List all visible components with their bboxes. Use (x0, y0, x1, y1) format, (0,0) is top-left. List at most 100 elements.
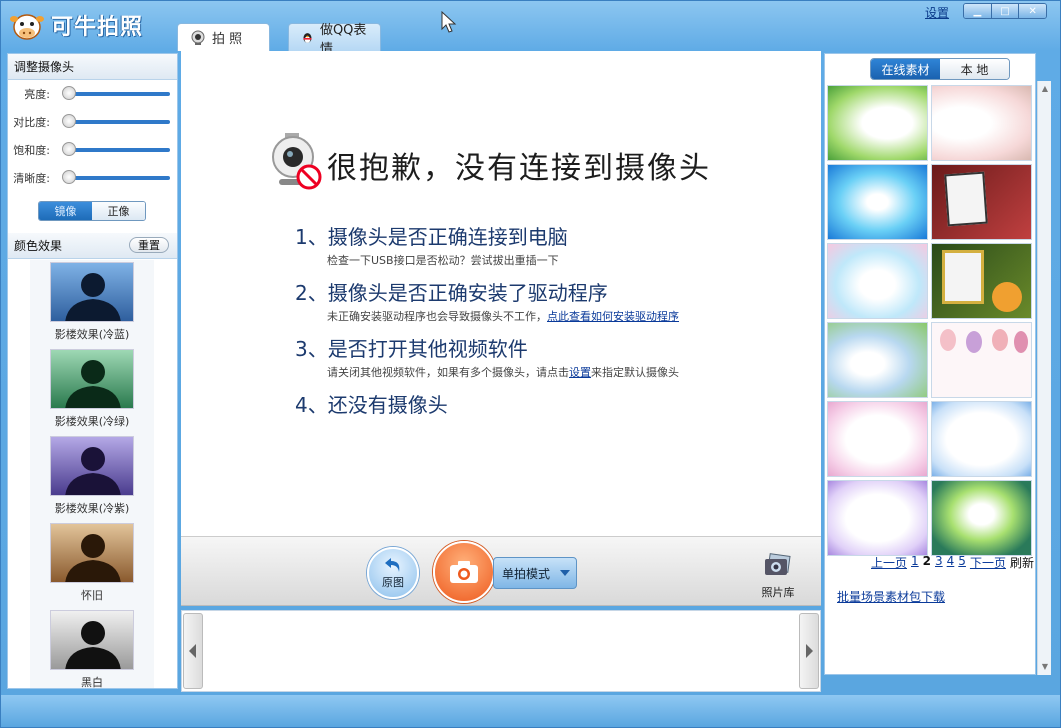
cow-logo-icon (10, 14, 44, 40)
material-pager: 上一页 1 2 3 4 5 下一页 刷新 (871, 554, 1034, 571)
effect-thumb (50, 610, 134, 670)
local-material-tab[interactable]: 本 地 (940, 59, 1009, 79)
page-link-5[interactable]: 5 (958, 554, 966, 571)
saturation-slider-knob[interactable] (62, 142, 76, 156)
effect-item-cool-blue[interactable]: 影楼效果(冷蓝) (30, 262, 154, 347)
saturation-track[interactable] (68, 148, 170, 152)
material-thumbnails (827, 85, 1033, 556)
maximize-button[interactable]: □ (991, 4, 1020, 18)
filmstrip-prev-button[interactable] (183, 613, 203, 689)
arrow-right-icon (806, 644, 813, 658)
app-window: 可牛拍照 设置 ▁ □ ✕ 拍 照 做QQ表情 调整摄像头 亮度: 对比度: 饱… (0, 0, 1061, 728)
camera-disconnected-icon (272, 133, 322, 190)
effects-list: 影楼效果(冷蓝) 影楼效果(冷绿) 影楼效果(冷紫) 怀旧 黑白 (30, 260, 154, 688)
qq-penguin-icon (303, 32, 312, 43)
tip-sub: 请关闭其他视频软件，如果有多个摄像头，请点击设置来指定默认摄像头 (327, 364, 679, 380)
tip-title: 1、摄像头是否正确连接到电脑 (295, 225, 568, 249)
material-thumb[interactable] (931, 164, 1032, 240)
chevron-down-icon (560, 570, 570, 576)
mirror-button[interactable]: 镜像 (39, 202, 92, 220)
effect-item-cool-purple[interactable]: 影楼效果(冷紫) (30, 436, 154, 521)
sharpness-label: 清晰度: (13, 172, 50, 185)
tip-sub-text: 请关闭其他视频软件，如果有多个摄像头，请点击 (327, 366, 569, 379)
app-title: 可牛拍照 (51, 15, 144, 40)
scroll-down-icon[interactable]: ▼ (1038, 659, 1052, 673)
material-thumb[interactable] (827, 164, 928, 240)
material-thumb[interactable] (827, 322, 928, 398)
settings-inline-link[interactable]: 设置 (569, 366, 591, 379)
refresh-link[interactable]: 刷新 (1010, 554, 1034, 571)
capture-mode-select[interactable]: 单拍模式 (493, 557, 577, 589)
tip-sub-text: 未正确安装驱动程序也会导致摄像头不工作， (327, 310, 547, 323)
effect-item-nostalgia[interactable]: 怀旧 (30, 523, 154, 608)
saturation-label: 饱和度: (13, 144, 50, 157)
material-thumb[interactable] (827, 85, 928, 161)
brightness-slider-knob[interactable] (62, 86, 76, 100)
mirror-toggle: 镜像 正像 (38, 201, 146, 221)
filmstrip-next-button[interactable] (799, 613, 819, 689)
material-thumb[interactable] (827, 480, 928, 556)
camera-section-title: 调整摄像头 (8, 54, 177, 80)
scroll-up-icon[interactable]: ▲ (1038, 81, 1052, 95)
tip-item-4: 4、还没有摄像头 (295, 389, 448, 418)
silhouette-icon (65, 534, 121, 582)
material-thumb[interactable] (827, 243, 928, 319)
bulk-download-link[interactable]: 批量场景素材包下载 (837, 588, 945, 605)
material-thumb[interactable] (931, 85, 1032, 161)
minimize-button[interactable]: ▁ (964, 4, 992, 18)
tip-title: 4、还没有摄像头 (295, 393, 448, 417)
material-thumb[interactable] (931, 480, 1032, 556)
photo-gallery-icon (765, 553, 791, 575)
page-link-4[interactable]: 4 (947, 554, 955, 571)
mouse-cursor-icon (441, 11, 457, 33)
normal-button[interactable]: 正像 (92, 202, 145, 220)
scroll-track[interactable] (1038, 95, 1051, 659)
effect-item-cool-green[interactable]: 影楼效果(冷绿) (30, 349, 154, 434)
brightness-track[interactable] (68, 92, 170, 96)
tip-item-2: 2、摄像头是否正确安装了驱动程序 未正确安装驱动程序也会导致摄像头不工作，点此查… (295, 277, 679, 324)
original-image-button[interactable]: 原图 (367, 547, 419, 599)
effect-label: 怀旧 (81, 589, 103, 602)
contrast-track[interactable] (68, 120, 170, 124)
prev-page-link[interactable]: 上一页 (871, 554, 907, 571)
contrast-slider-knob[interactable] (62, 114, 76, 128)
material-scrollbar[interactable]: ▲ ▼ (1037, 81, 1051, 675)
original-image-label: 原图 (382, 576, 404, 589)
silhouette-icon (65, 273, 121, 321)
page-link-1[interactable]: 1 (911, 554, 919, 571)
page-link-3[interactable]: 3 (935, 554, 943, 571)
undo-arrow-icon (385, 558, 400, 572)
online-material-tab[interactable]: 在线素材 (871, 59, 940, 79)
material-panel: 在线素材 本 地 上一页 1 2 3 4 5 下一页 刷新 批量场景素材包下载 (824, 53, 1036, 675)
capture-toolbar: 原图 单拍模式 照片库 (181, 536, 821, 606)
error-headline: 很抱歉，没有连接到摄像头 (327, 151, 711, 186)
effect-item-black-white[interactable]: 黑白 (30, 610, 154, 688)
next-page-link[interactable]: 下一页 (970, 554, 1006, 571)
material-thumb[interactable] (827, 401, 928, 477)
settings-link[interactable]: 设置 (925, 4, 949, 21)
brightness-label: 亮度: (24, 88, 50, 101)
material-thumb[interactable] (931, 243, 1032, 319)
filmstrip (181, 610, 821, 692)
tab-qq-emoticon[interactable]: 做QQ表情 (288, 23, 381, 57)
sharpness-track[interactable] (68, 176, 170, 180)
effects-section-header: 颜色效果 重置 (8, 233, 177, 259)
saturation-slider-row: 饱和度: (8, 136, 177, 164)
tip-title: 2、摄像头是否正确安装了驱动程序 (295, 281, 608, 305)
photo-gallery-button[interactable]: 照片库 (761, 553, 795, 600)
material-thumb[interactable] (931, 322, 1032, 398)
camera-view: 很抱歉，没有连接到摄像头 1、摄像头是否正确连接到电脑 检查一下USB接口是否松… (181, 51, 821, 536)
window-controls: ▁ □ ✕ (963, 3, 1047, 19)
material-thumb[interactable] (931, 401, 1032, 477)
shoot-button[interactable] (433, 541, 495, 603)
material-source-toggle: 在线素材 本 地 (870, 58, 1010, 80)
tip-sub: 未正确安装驱动程序也会导致摄像头不工作，点此查看如何安装驱动程序 (327, 308, 679, 324)
left-panel: 调整摄像头 亮度: 对比度: 饱和度: 清晰度: 镜像 正像 颜色效果 重置 影… (7, 53, 178, 689)
effect-label: 黑白 (81, 676, 103, 688)
effects-section-title: 颜色效果 (14, 239, 63, 253)
close-button[interactable]: ✕ (1019, 4, 1046, 18)
sharpness-slider-knob[interactable] (62, 170, 76, 184)
tab-photo[interactable]: 拍 照 (177, 23, 270, 51)
reset-button[interactable]: 重置 (129, 237, 169, 253)
driver-help-link[interactable]: 点此查看如何安装驱动程序 (547, 310, 679, 323)
